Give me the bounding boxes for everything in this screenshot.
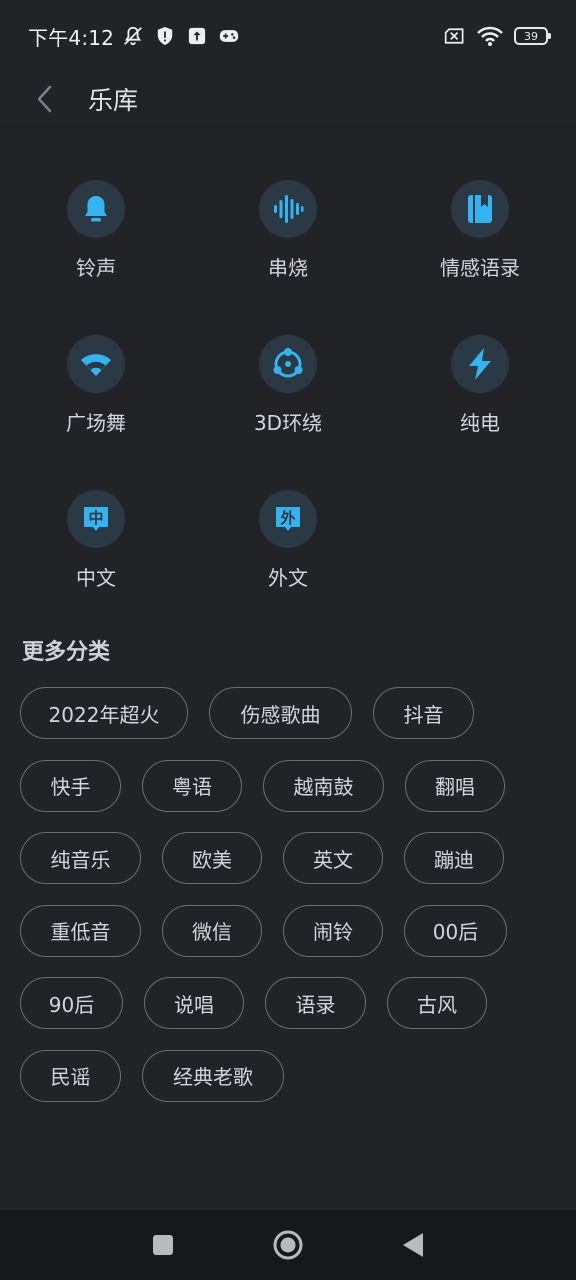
tag-chip[interactable]: 抖音 [373, 687, 474, 739]
book-icon [468, 195, 492, 223]
home-button[interactable] [264, 1221, 312, 1269]
status-left-icons [122, 25, 240, 47]
tag-chip[interactable]: 民谣 [20, 1049, 121, 1102]
category-foreign[interactable]: 外 外文 [192, 490, 384, 645]
category-emotional-quotes[interactable]: 情感语录 [384, 180, 576, 335]
grid-row: 中 中文 外 外文 [0, 490, 576, 645]
lightning-icon [469, 348, 491, 380]
recents-square-icon [152, 1235, 173, 1255]
category-label: 铃声 [76, 256, 116, 280]
mute-bell-icon [122, 25, 144, 47]
page-title: 乐库 [88, 85, 139, 115]
home-circle-icon [273, 1230, 303, 1260]
category-grid: 铃声 串烧 情感语录 广场舞 3D环绕 纯电 中 中文 外 外文 [0, 180, 576, 645]
tag-row: 快手 粤语 越南鼓 翻唱 [20, 759, 556, 812]
header: 乐库 [0, 72, 576, 126]
category-3d-surround[interactable]: 3D环绕 [192, 335, 384, 490]
chevron-left-icon [37, 85, 52, 112]
app-screen: 下午4:12 39 乐库 铃声 串烧 情感语录 广场舞 3D环绕 纯电 中 中文… [0, 0, 576, 1280]
wifi-icon [476, 25, 504, 47]
bell-icon [85, 196, 107, 222]
tag-chip[interactable]: 闹铃 [283, 904, 383, 957]
tag-chip[interactable]: 90后 [20, 977, 123, 1029]
grid-row: 铃声 串烧 情感语录 [0, 180, 576, 335]
tag-chip[interactable]: 纯音乐 [20, 832, 141, 884]
tag-chip[interactable]: 粤语 [142, 759, 242, 812]
back-button[interactable] [24, 79, 64, 119]
category-chinese[interactable]: 中 中文 [0, 490, 192, 645]
tag-chip[interactable]: 蹦迪 [404, 832, 504, 884]
system-back-button[interactable] [389, 1221, 437, 1269]
tag-row: 纯音乐 欧美 英文 蹦迪 [20, 832, 556, 884]
tag-row: 重低音 微信 闹铃 00后 [20, 904, 556, 957]
sim-off-icon [444, 25, 466, 47]
battery-level: 39 [524, 29, 538, 43]
status-bar: 下午4:12 39 [0, 0, 576, 72]
shield-icon [154, 25, 176, 47]
category-label: 外文 [268, 566, 308, 590]
tag-row: 民谣 经典老歌 [20, 1049, 556, 1102]
tag-chip[interactable]: 古风 [387, 977, 487, 1029]
category-label: 中文 [76, 566, 116, 590]
chinese-glyph: 中 [88, 509, 103, 527]
tag-chip[interactable]: 重低音 [20, 904, 141, 957]
battery-icon: 39 [514, 27, 551, 45]
tag-row: 2022年超火 伤感歌曲 抖音 [20, 687, 556, 739]
tag-chip[interactable]: 翻唱 [405, 759, 505, 812]
category-pure-electronic[interactable]: 纯电 [384, 335, 576, 490]
chinese-char-icon: 中 [84, 507, 108, 531]
tag-chip[interactable]: 2022年超火 [20, 687, 188, 739]
tag-chip[interactable]: 快手 [20, 759, 121, 812]
category-label: 纯电 [460, 411, 500, 435]
tag-chip[interactable]: 语录 [265, 977, 366, 1029]
category-label: 情感语录 [440, 256, 520, 280]
category-label: 3D环绕 [253, 411, 323, 435]
gamepad-icon [218, 25, 240, 47]
category-square-dance[interactable]: 广场舞 [0, 335, 192, 490]
status-right-icons: 39 [444, 25, 551, 47]
category-medley[interactable]: 串烧 [192, 180, 384, 335]
tag-row: 90后 说唱 语录 古风 [20, 977, 556, 1029]
upload-icon [186, 25, 208, 47]
tag-chip[interactable]: 00后 [404, 904, 507, 957]
grid-row: 广场舞 3D环绕 纯电 [0, 335, 576, 490]
status-time: 下午4:12 [28, 25, 115, 50]
more-categories-title: 更多分类 [22, 640, 111, 665]
soundwave-icon [274, 195, 304, 223]
tag-chip[interactable]: 欧美 [162, 832, 262, 884]
tag-chip[interactable]: 越南鼓 [263, 759, 384, 812]
fan-icon [81, 354, 111, 376]
tag-list: 2022年超火 伤感歌曲 抖音 快手 粤语 越南鼓 翻唱 纯音乐 欧美 英文 蹦… [20, 687, 556, 1122]
system-nav-bar [0, 1210, 576, 1280]
category-label: 串烧 [268, 256, 308, 280]
surround-icon [273, 348, 303, 378]
category-ringtone[interactable]: 铃声 [0, 180, 192, 335]
tag-chip[interactable]: 经典老歌 [142, 1049, 284, 1102]
tag-chip[interactable]: 英文 [283, 832, 383, 884]
tag-chip[interactable]: 微信 [162, 904, 262, 957]
category-label: 广场舞 [66, 411, 126, 435]
back-triangle-icon [403, 1233, 424, 1257]
foreign-glyph: 外 [279, 509, 295, 527]
tag-chip[interactable]: 说唱 [144, 977, 244, 1029]
foreign-char-icon: 外 [276, 507, 300, 531]
recents-button[interactable] [139, 1221, 187, 1269]
tag-chip[interactable]: 伤感歌曲 [209, 687, 352, 739]
